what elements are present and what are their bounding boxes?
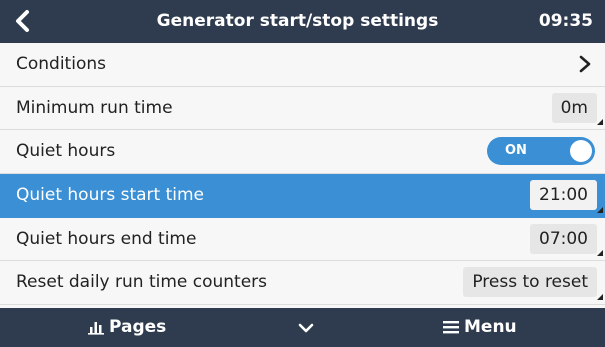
menu-label: Menu	[464, 317, 517, 337]
menu-hamburger-icon	[443, 321, 459, 334]
back-button[interactable]	[8, 6, 38, 36]
quiet-hours-end-value[interactable]: 07:00	[530, 223, 597, 254]
minimum-run-time-value[interactable]: 0m	[551, 92, 597, 123]
editable-corner-mark	[597, 294, 603, 301]
screen: Generator start/stop settings 09:35 Cond…	[0, 0, 605, 347]
button-text: Press to reset	[472, 272, 588, 293]
row-label: Reset daily run time counters	[16, 272, 268, 293]
row-quiet-hours-start-time[interactable]: Quiet hours start time 21:00	[0, 174, 605, 218]
pages-chart-icon	[88, 322, 104, 335]
toggle-state-label: ON	[505, 143, 527, 159]
editable-corner-mark	[597, 119, 603, 126]
quiet-hours-start-value[interactable]: 21:00	[530, 180, 597, 211]
page-title: Generator start/stop settings	[156, 11, 439, 31]
row-quiet-hours-end-time[interactable]: Quiet hours end time 07:00	[0, 217, 605, 262]
toggle-knob	[570, 140, 592, 163]
pages-label: Pages	[109, 317, 167, 337]
row-quiet-hours[interactable]: Quiet hours ON	[0, 130, 605, 175]
value-text: 0m	[560, 97, 588, 118]
row-label: Conditions	[16, 54, 106, 74]
header-bar: Generator start/stop settings 09:35	[0, 0, 605, 43]
row-label: Quiet hours	[16, 141, 116, 162]
quiet-hours-toggle[interactable]: ON	[487, 137, 595, 166]
row-minimum-run-time[interactable]: Minimum run time 0m	[0, 86, 605, 131]
settings-list: Conditions Minimum run time 0m Quiet hou…	[0, 43, 605, 306]
editable-corner-mark	[597, 206, 603, 213]
editable-corner-mark	[597, 250, 603, 257]
footer-bar: Pages Menu	[0, 308, 605, 347]
clock-time: 09:35	[538, 11, 593, 31]
menu-button[interactable]: Menu	[443, 308, 517, 347]
row-reset-counters[interactable]: Reset daily run time counters Press to r…	[0, 261, 605, 306]
row-label: Quiet hours end time	[16, 228, 197, 249]
row-conditions[interactable]: Conditions	[0, 43, 605, 87]
value-text: 07:00	[539, 228, 588, 249]
chevron-right-icon	[579, 55, 591, 73]
pages-button[interactable]: Pages	[88, 308, 166, 347]
press-to-reset-button[interactable]: Press to reset	[463, 267, 597, 298]
row-label: Minimum run time	[16, 97, 173, 118]
chevron-down-icon[interactable]	[297, 319, 315, 337]
row-label: Quiet hours start time	[16, 185, 205, 206]
back-arrow-icon	[16, 10, 29, 32]
value-text: 21:00	[539, 185, 588, 206]
